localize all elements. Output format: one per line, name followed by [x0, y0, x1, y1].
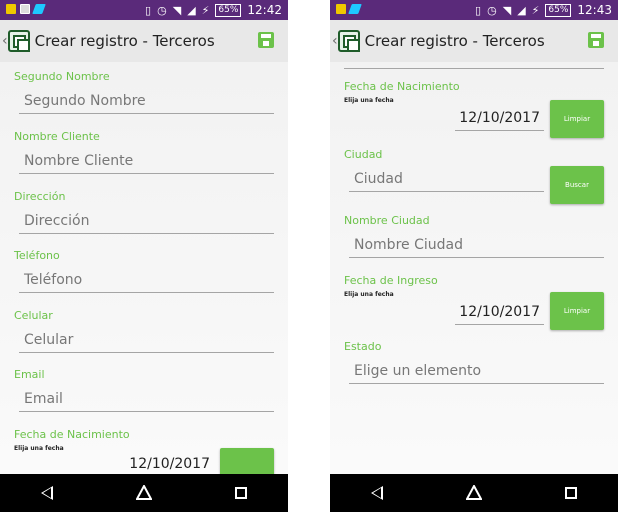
alarm-icon: ◷ — [487, 3, 497, 17]
segundo-nombre-input[interactable]: Segundo Nombre — [19, 93, 274, 114]
battery-level: 65% — [215, 3, 242, 17]
limpiar-button[interactable]: Limpiar — [550, 100, 604, 138]
phone-screen-left: ▯ ◷ ◥ ◢ ⚡ 65% 12:42 ‹ Crear registro - T… — [0, 0, 288, 512]
status-bar: ▯ ◷ ◥ ◢ ⚡ 65% 12:43 — [330, 0, 618, 20]
limpiar-button[interactable] — [220, 448, 274, 474]
limpiar-button[interactable]: Limpiar — [550, 292, 604, 330]
field-label: Teléfono — [14, 249, 60, 262]
phone-screen-right: ▯ ◷ ◥ ◢ ⚡ 65% 12:43 ‹ Crear registro - T… — [330, 0, 618, 512]
direccion-input[interactable]: Dirección — [19, 213, 274, 234]
nav-back-icon[interactable] — [41, 486, 54, 500]
app-notification-icon — [348, 4, 362, 14]
nombre-cliente-input[interactable]: Nombre Cliente — [19, 153, 274, 174]
status-clock: 12:43 — [577, 3, 612, 17]
app-bar: ‹ Crear registro - Terceros — [0, 20, 288, 62]
nav-recent-icon[interactable] — [564, 487, 577, 499]
previous-field-underline — [344, 68, 604, 69]
app-notification-icon — [32, 4, 46, 14]
nav-home-icon[interactable] — [465, 485, 482, 501]
field-fecha-nacimiento: Fecha de Nacimiento Elija una fecha 12/1… — [14, 428, 274, 474]
page-title: Crear registro - Terceros — [34, 32, 215, 50]
field-ciudad: Ciudad Ciudad Buscar — [344, 148, 604, 204]
field-label: Dirección — [14, 190, 66, 203]
app-logo-icon[interactable] — [7, 30, 30, 52]
field-label: Celular — [14, 309, 53, 322]
battery-level: 65% — [545, 3, 572, 17]
status-bar: ▯ ◷ ◥ ◢ ⚡ 65% 12:42 — [0, 0, 288, 20]
field-celular: Celular Celular — [14, 309, 274, 353]
signal-icon: ◢ — [187, 3, 196, 17]
field-label: Ciudad — [344, 148, 383, 161]
wifi-icon: ◥ — [172, 3, 182, 17]
fecha-nacimiento-value[interactable]: 12/10/2017 — [125, 456, 214, 474]
vibrate-icon: ▯ — [145, 3, 152, 17]
nav-home-icon[interactable] — [135, 485, 152, 501]
vibrate-icon: ▯ — [475, 3, 482, 17]
field-nombre-cliente: Nombre Cliente Nombre Cliente — [14, 130, 274, 174]
save-icon[interactable] — [258, 32, 274, 48]
field-email: Email Email — [14, 368, 274, 412]
nav-bar — [0, 474, 288, 512]
alarm-icon: ◷ — [157, 3, 167, 17]
field-label: Fecha de Nacimiento — [14, 428, 130, 441]
field-label: Nombre Ciudad — [344, 214, 430, 227]
field-nombre-ciudad: Nombre Ciudad Nombre Ciudad — [344, 214, 604, 258]
fecha-ingreso-value[interactable]: 12/10/2017 — [455, 304, 544, 325]
charging-icon: ⚡ — [531, 3, 540, 17]
status-clock: 12:42 — [247, 3, 282, 17]
back-chevron-icon[interactable]: ‹ — [332, 33, 338, 49]
field-label: Estado — [344, 340, 382, 353]
ciudad-input[interactable]: Ciudad — [349, 171, 544, 192]
charging-icon: ⚡ — [201, 3, 210, 17]
page-title: Crear registro - Terceros — [364, 32, 545, 50]
nav-back-icon[interactable] — [371, 486, 384, 500]
field-fecha-ingreso: Fecha de Ingreso Elija una fecha 12/10/2… — [344, 274, 604, 330]
field-estado: Estado Elige un elemento — [344, 340, 604, 384]
field-telefono: Teléfono Teléfono — [14, 249, 274, 293]
estado-select[interactable]: Elige un elemento — [349, 363, 604, 384]
back-chevron-icon[interactable]: ‹ — [2, 33, 8, 49]
telefono-input[interactable]: Teléfono — [19, 272, 274, 293]
form-content[interactable]: Segundo Nombre Segundo Nombre Nombre Cli… — [0, 62, 288, 474]
app-bar: ‹ Crear registro - Terceros — [330, 20, 618, 62]
image-icon — [20, 4, 30, 14]
field-direccion: Dirección Dirección — [14, 190, 274, 234]
field-label: Fecha de Nacimiento — [344, 80, 460, 93]
folder-icon — [6, 4, 16, 14]
fecha-nacimiento-value[interactable]: 12/10/2017 — [455, 110, 544, 131]
field-label: Nombre Cliente — [14, 130, 100, 143]
app-logo-icon[interactable] — [337, 30, 360, 52]
email-input[interactable]: Email — [19, 391, 274, 412]
field-label: Email — [14, 368, 45, 381]
folder-icon — [336, 4, 346, 14]
celular-input[interactable]: Celular — [19, 332, 274, 353]
wifi-icon: ◥ — [502, 3, 512, 17]
buscar-button[interactable]: Buscar — [550, 166, 604, 204]
field-fecha-nacimiento: Fecha de Nacimiento Elija una fecha 12/1… — [344, 80, 604, 138]
field-segundo-nombre: Segundo Nombre Segundo Nombre — [14, 70, 274, 114]
field-label: Fecha de Ingreso — [344, 274, 438, 287]
form-content[interactable]: Fecha de Nacimiento Elija una fecha 12/1… — [330, 62, 618, 474]
nav-bar — [330, 474, 618, 512]
field-label: Segundo Nombre — [14, 70, 110, 83]
signal-icon: ◢ — [517, 3, 526, 17]
save-icon[interactable] — [588, 32, 604, 48]
nombre-ciudad-input[interactable]: Nombre Ciudad — [349, 237, 604, 258]
nav-recent-icon[interactable] — [234, 487, 247, 499]
